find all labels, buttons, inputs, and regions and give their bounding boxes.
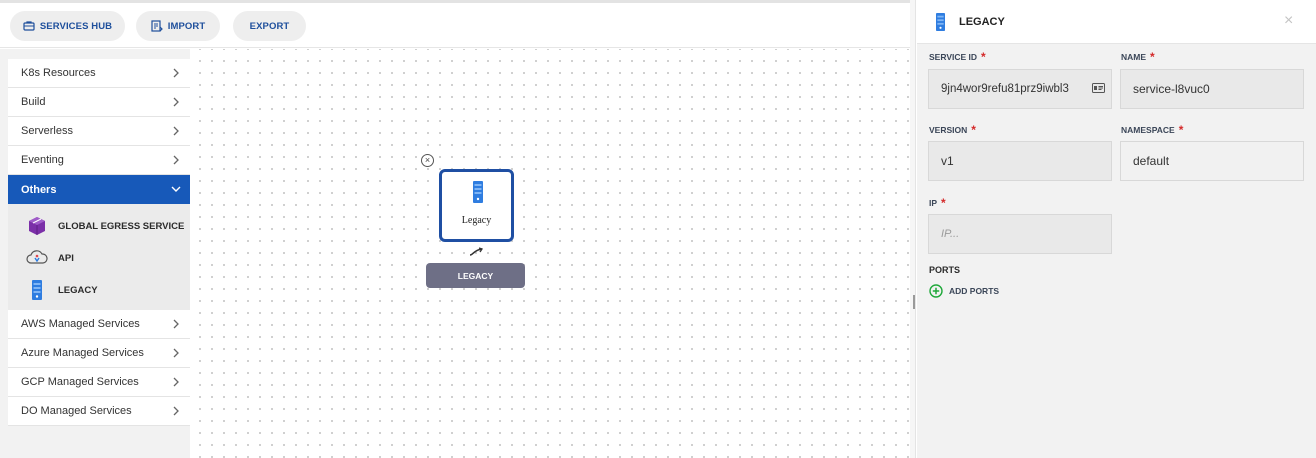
panel-title: LEGACY: [959, 16, 1005, 28]
field-label-text: NAME: [1121, 52, 1147, 62]
version-field[interactable]: v1: [928, 141, 1112, 181]
id-card-icon[interactable]: [1092, 83, 1105, 93]
namespace-value: default: [1133, 154, 1170, 168]
ip-placeholder: IP...: [941, 228, 960, 240]
category-label: DO Managed Services: [21, 405, 132, 417]
server-icon: [26, 279, 48, 301]
chevron-right-icon: [173, 377, 179, 387]
node-remove-button[interactable]: ×: [421, 154, 434, 167]
name-field[interactable]: service-l8vuc0: [1120, 69, 1304, 109]
version-value: v1: [941, 154, 954, 168]
ip-label: IP *: [929, 196, 946, 210]
legacy-node[interactable]: Legacy: [439, 169, 514, 242]
close-icon[interactable]: ×: [1284, 12, 1293, 30]
chevron-right-icon: [173, 319, 179, 329]
field-label-text: VERSION: [929, 125, 968, 135]
services-hub-label: SERVICES HUB: [39, 20, 113, 32]
link-connector-icon[interactable]: [468, 247, 484, 257]
node-label: Legacy: [461, 215, 492, 226]
field-label-text: NAMESPACE: [1121, 125, 1175, 135]
field-label-text: IP: [929, 198, 938, 208]
name-value: service-l8vuc0: [1133, 82, 1210, 96]
services-hub-button[interactable]: SERVICES HUB: [10, 11, 125, 41]
import-label: IMPORT: [167, 20, 206, 32]
sidebar: K8s Resources Build Serverless Eventing …: [0, 49, 190, 458]
chevron-right-icon: [173, 126, 179, 136]
category-label: K8s Resources: [21, 67, 96, 79]
design-canvas[interactable]: [190, 49, 910, 458]
services-hub-icon: [23, 21, 35, 31]
chevron-down-icon: [171, 186, 181, 192]
server-icon: [472, 181, 484, 208]
import-icon: [151, 20, 163, 32]
sub-item-label: LEGACY: [58, 284, 98, 296]
name-label: NAME *: [1121, 50, 1155, 64]
service-id-label: SERVICE ID *: [929, 50, 986, 64]
chevron-right-icon: [173, 406, 179, 416]
add-circle-icon: [929, 284, 943, 298]
export-button[interactable]: EXPORT: [233, 11, 306, 41]
sidebar-category-k8s-resources[interactable]: K8s Resources: [8, 59, 190, 88]
category-label: AWS Managed Services: [21, 318, 140, 330]
cloud-api-icon: [26, 247, 48, 269]
sidebar-category-azure-managed-services[interactable]: Azure Managed Services: [8, 339, 190, 368]
required-mark: *: [971, 123, 976, 137]
panel-resize-divider[interactable]: [910, 0, 916, 458]
category-label: Azure Managed Services: [21, 347, 144, 359]
sidebar-category-gcp-managed-services[interactable]: GCP Managed Services: [8, 368, 190, 397]
category-label: Serverless: [21, 125, 73, 137]
category-label: Build: [21, 96, 46, 108]
namespace-field[interactable]: default: [1120, 141, 1304, 181]
add-ports-button[interactable]: ADD PORTS: [929, 284, 999, 298]
required-mark: *: [981, 50, 986, 64]
panel-resize-handle[interactable]: [913, 295, 915, 309]
sidebar-category-aws-managed-services[interactable]: AWS Managed Services: [8, 310, 190, 339]
sub-item-label: API: [58, 252, 74, 264]
chevron-right-icon: [173, 155, 179, 165]
sub-item-legacy[interactable]: LEGACY: [8, 274, 190, 306]
service-id-field[interactable]: 9jn4wor9refu81prz9iwbl3: [928, 69, 1112, 109]
add-ports-label: ADD PORTS: [949, 286, 1000, 296]
sidebar-category-do-managed-services[interactable]: DO Managed Services: [8, 397, 190, 426]
service-id-value: 9jn4wor9refu81prz9iwbl3: [941, 83, 1069, 95]
app-window: SERVICES HUB IMPORT EXPORT K8s Resources…: [0, 0, 1316, 458]
node-type-badge[interactable]: LEGACY: [426, 263, 525, 288]
panel-header: LEGACY ×: [917, 0, 1316, 44]
top-toolbar: SERVICES HUB IMPORT EXPORT: [0, 0, 910, 48]
sidebar-list: K8s Resources Build Serverless Eventing …: [8, 59, 190, 426]
cube-icon: [26, 215, 48, 237]
required-mark: *: [1150, 50, 1155, 64]
field-label-text: SERVICE ID: [929, 52, 978, 62]
server-icon: [935, 13, 946, 36]
version-label: VERSION *: [929, 123, 976, 137]
chevron-right-icon: [173, 348, 179, 358]
namespace-label: NAMESPACE *: [1121, 123, 1183, 137]
required-mark: *: [941, 196, 946, 210]
sidebar-category-build[interactable]: Build: [8, 88, 190, 117]
sidebar-category-serverless[interactable]: Serverless: [8, 117, 190, 146]
required-mark: *: [1178, 123, 1184, 137]
category-label: GCP Managed Services: [21, 376, 139, 388]
properties-panel: LEGACY × SERVICE ID * 9jn4wor9refu81prz9i…: [917, 0, 1316, 458]
category-label: Others: [21, 183, 57, 196]
sidebar-category-others[interactable]: Others: [8, 175, 190, 204]
chevron-right-icon: [173, 97, 179, 107]
sidebar-category-eventing[interactable]: Eventing: [8, 146, 190, 175]
ports-section-label: PORTS: [929, 265, 961, 275]
others-sub-list: GLOBAL EGRESS SERVICE API LEGACY: [8, 204, 190, 310]
sub-item-api[interactable]: API: [8, 242, 190, 274]
sub-item-global-egress-service[interactable]: GLOBAL EGRESS SERVICE: [8, 210, 190, 242]
export-label: EXPORT: [249, 20, 290, 32]
import-button[interactable]: IMPORT: [136, 11, 220, 41]
chevron-right-icon: [173, 68, 179, 78]
sub-item-label: GLOBAL EGRESS SERVICE: [58, 220, 185, 232]
category-label: Eventing: [21, 154, 64, 166]
ip-field[interactable]: IP...: [928, 214, 1112, 254]
